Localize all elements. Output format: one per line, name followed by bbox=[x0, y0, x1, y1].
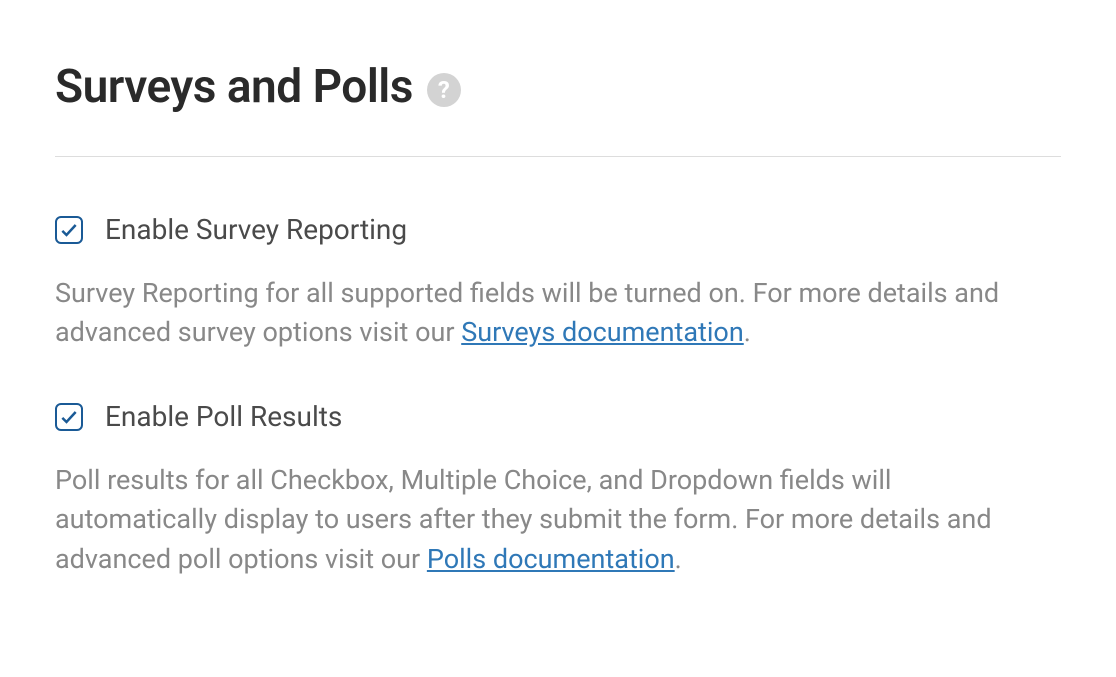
enable-survey-label[interactable]: Enable Survey Reporting bbox=[105, 213, 407, 246]
help-icon[interactable]: ? bbox=[427, 73, 461, 107]
poll-option-row: Enable Poll Results bbox=[55, 400, 1061, 433]
polls-documentation-link[interactable]: Polls documentation bbox=[427, 543, 675, 575]
enable-poll-checkbox[interactable] bbox=[55, 403, 83, 431]
survey-desc-after: . bbox=[744, 316, 751, 348]
poll-description: Poll results for all Checkbox, Multiple … bbox=[55, 461, 1025, 578]
checkmark-icon bbox=[59, 407, 79, 427]
page-heading-row: Surveys and Polls ? bbox=[55, 60, 1061, 157]
enable-poll-label[interactable]: Enable Poll Results bbox=[105, 400, 342, 433]
checkmark-icon bbox=[59, 220, 79, 240]
survey-description: Survey Reporting for all supported field… bbox=[55, 274, 1025, 352]
poll-desc-after: . bbox=[675, 543, 682, 575]
surveys-documentation-link[interactable]: Surveys documentation bbox=[461, 316, 744, 348]
page-title: Surveys and Polls bbox=[55, 60, 413, 114]
enable-survey-checkbox[interactable] bbox=[55, 216, 83, 244]
survey-option-row: Enable Survey Reporting bbox=[55, 213, 1061, 246]
